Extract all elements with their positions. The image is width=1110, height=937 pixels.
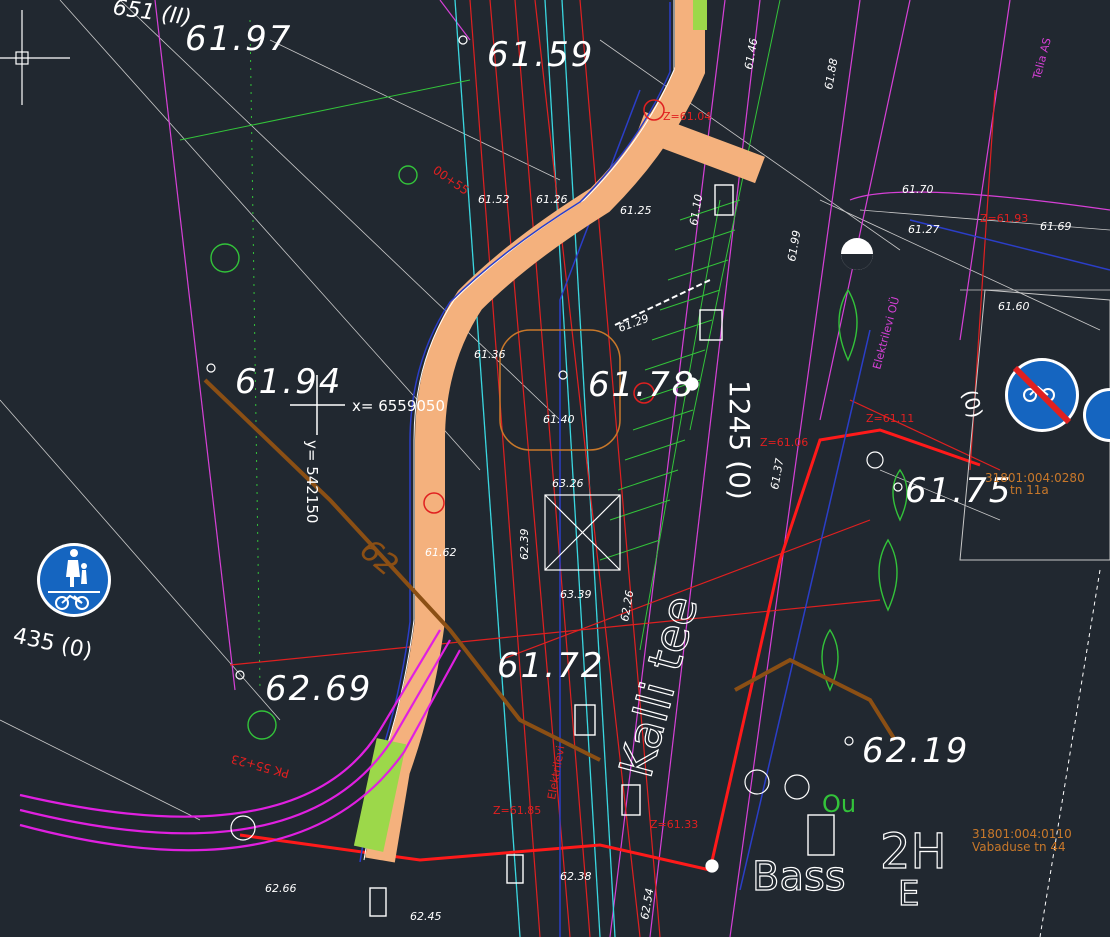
level-label: 63.26 — [552, 477, 584, 490]
no-cycling-sign-icon[interactable] — [1005, 358, 1079, 432]
elevation-label-3: 61.94 — [235, 362, 342, 402]
ou-label: Ou — [822, 790, 856, 818]
manhole-icon — [841, 238, 873, 270]
level-label: 61.62 — [425, 546, 457, 559]
elevation-label-6: 62.69 — [265, 669, 372, 709]
level-label: 61.70 — [902, 183, 934, 196]
elevation-label-5: 61.72 — [497, 646, 604, 686]
elevation-label-2: 61.59 — [487, 35, 594, 75]
level-label: 61.36 — [474, 348, 506, 361]
green-strip-upper — [693, 0, 707, 30]
z-label-5: Z=61.33 — [650, 818, 698, 831]
big-label-2h: 2H — [880, 824, 947, 880]
z-label-2: Z=61.06 — [760, 436, 808, 449]
level-label: 63.39 — [560, 588, 592, 601]
z-label-3: Z=61.11 — [866, 412, 914, 425]
level-label: 61.27 — [908, 223, 940, 236]
level-label: 62.45 — [410, 910, 442, 923]
level-label: 61.25 — [620, 204, 652, 217]
parcel-address-1: Vabaduse tn 44 — [972, 840, 1066, 854]
level-label: 62.66 — [265, 882, 297, 895]
big-label-e: E — [898, 874, 919, 914]
level-label: 61.69 — [1040, 220, 1072, 233]
level-label: 61.26 — [536, 193, 568, 206]
parcel-id-1: 31801:004:0110 — [972, 827, 1072, 841]
elevation-label-7: 62.19 — [862, 731, 969, 771]
z-label-6: Z=61.85 — [493, 804, 541, 817]
level-label: 61.60 — [998, 300, 1030, 313]
pedestrian-cycle-sign-icon[interactable] — [37, 543, 111, 617]
coord-y-label: y= 542150 — [303, 440, 321, 523]
road-code-3: 1245 (0) — [723, 380, 756, 500]
big-label-bass: Bass — [752, 854, 846, 900]
level-label: 62.39 — [518, 529, 531, 561]
elevation-label-8: 61.78 — [588, 365, 695, 405]
z-label-4: Z=61.93 — [980, 212, 1028, 225]
level-label: 61.40 — [543, 413, 575, 426]
level-label: 62.38 — [560, 870, 592, 883]
elevation-label-1: 61.97 — [185, 19, 292, 59]
z-label-1: Z=61.04 — [663, 110, 711, 123]
parcel-address-2: tn 11a — [1010, 483, 1049, 497]
cad-map-canvas[interactable]: 61.97 61.59 61.94 61.75 61.72 62.69 62.1… — [0, 0, 1110, 937]
level-label: 61.52 — [478, 193, 510, 206]
coord-x-label: x= 6559050 — [352, 397, 445, 415]
